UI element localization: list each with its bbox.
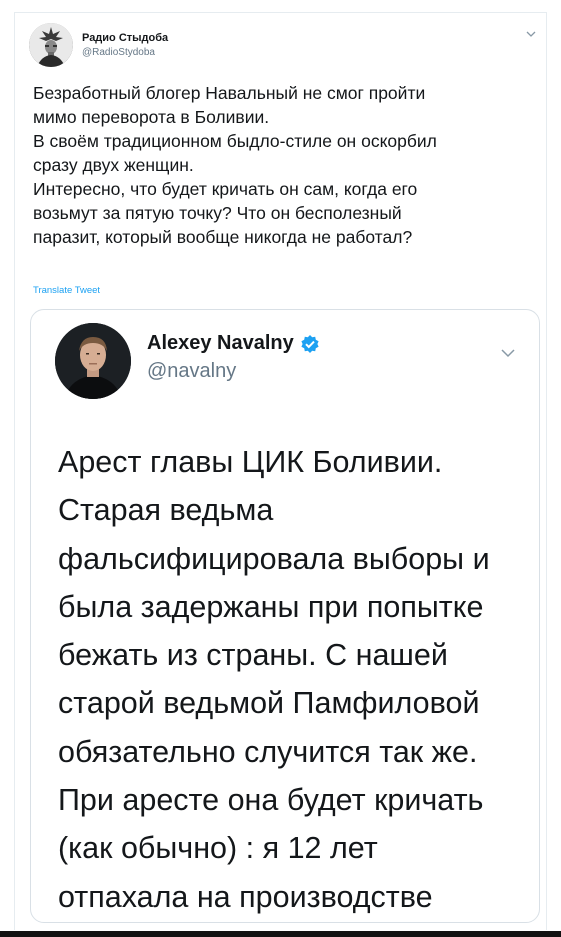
- author-name[interactable]: Радио Стыдоба: [82, 32, 168, 44]
- tweet-menu-button[interactable]: [524, 27, 538, 41]
- quoted-author-name[interactable]: Alexey Navalny: [147, 332, 294, 355]
- quoted-tweet-card[interactable]: Alexey Navalny @navalny Арест главы ЦИК …: [30, 309, 540, 923]
- quoted-tweet-text: Арест главы ЦИК Боливии. Старая ведьма ф…: [58, 445, 490, 914]
- quoted-tweet-menu-button[interactable]: [499, 344, 517, 362]
- chevron-down-icon: [501, 349, 515, 358]
- chevron-down-icon: [526, 31, 536, 37]
- quoted-author-avatar[interactable]: [55, 323, 131, 399]
- person-avatar-icon: [55, 323, 131, 399]
- quoted-author-name-row[interactable]: Alexey Navalny: [147, 332, 320, 355]
- tweet-card[interactable]: Радио Стыдоба @RadioStydoba Безработный …: [14, 12, 547, 930]
- statue-avatar-icon: [29, 23, 73, 67]
- tweet-text: Безработный блогер Навальный не смог про…: [33, 83, 437, 247]
- quoted-author-handle[interactable]: @navalny: [147, 360, 236, 383]
- author-handle[interactable]: @RadioStydoba: [82, 47, 155, 58]
- translate-tweet-link[interactable]: Translate Tweet: [33, 285, 100, 296]
- author-avatar[interactable]: [29, 23, 73, 67]
- verified-badge-icon: [300, 334, 320, 354]
- bottom-divider: [0, 931, 561, 937]
